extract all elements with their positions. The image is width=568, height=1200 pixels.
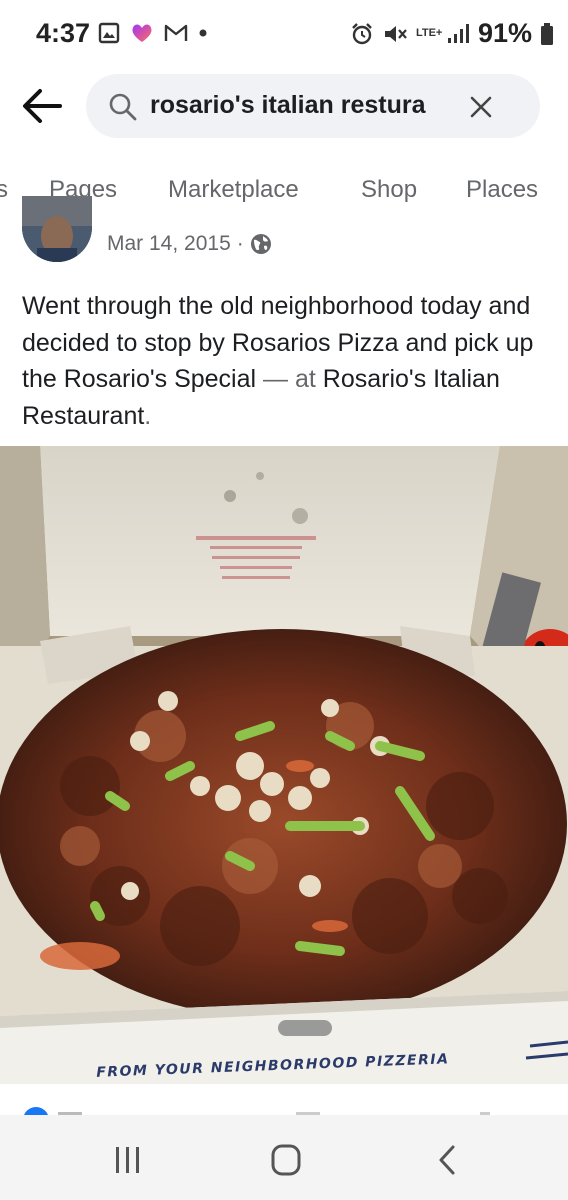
status-time: 4:37 bbox=[36, 18, 91, 48]
lte-icon: LTE+ bbox=[415, 27, 443, 39]
notification-dot bbox=[199, 29, 207, 37]
android-nav-bar bbox=[0, 1115, 568, 1200]
post-text: Went through the old neighborhood today … bbox=[22, 288, 550, 434]
globe-icon bbox=[250, 234, 271, 254]
tab-partial[interactable]: s bbox=[0, 176, 8, 204]
avatar[interactable] bbox=[22, 196, 92, 262]
signal-icon bbox=[447, 23, 469, 43]
tab-shop[interactable]: Shop bbox=[361, 176, 417, 204]
post-date[interactable]: Mar 14, 2015 bbox=[107, 232, 231, 256]
recent-apps-icon bbox=[116, 1147, 139, 1173]
home-icon bbox=[271, 1144, 301, 1176]
home-button[interactable] bbox=[266, 1143, 306, 1177]
arrow-left-icon bbox=[23, 89, 62, 123]
mute-icon bbox=[384, 25, 407, 42]
profile-photo bbox=[22, 196, 92, 262]
post-dash: — bbox=[256, 365, 295, 393]
search-header: rosario's italian restura bbox=[0, 72, 568, 142]
recent-apps-button[interactable] bbox=[108, 1143, 148, 1177]
post-meta: Mar 14, 2015 · bbox=[107, 232, 272, 256]
status-bar: 4:37 LTE+ 91% bbox=[0, 0, 568, 70]
post-period: . bbox=[144, 401, 152, 430]
battery-icon bbox=[541, 22, 553, 45]
search-bar[interactable]: rosario's italian restura bbox=[86, 74, 540, 138]
meta-separator: · bbox=[236, 232, 244, 255]
back-button[interactable] bbox=[20, 86, 64, 126]
post-at: at bbox=[294, 365, 316, 393]
post-photo[interactable]: FROM YOUR NEIGHBORHOOD PIZZERIA bbox=[0, 446, 568, 1084]
gmail-icon bbox=[164, 24, 188, 41]
messenger-icon bbox=[132, 24, 152, 42]
battery-percentage: 91% bbox=[477, 18, 532, 48]
tab-marketplace[interactable]: Marketplace bbox=[168, 176, 299, 204]
alarm-icon bbox=[352, 22, 372, 44]
tab-places[interactable]: Places bbox=[466, 176, 538, 204]
back-chevron-icon bbox=[439, 1145, 455, 1175]
close-icon bbox=[470, 96, 492, 118]
search-icon bbox=[109, 93, 137, 121]
clear-search-button[interactable] bbox=[468, 94, 494, 120]
nav-back-button[interactable] bbox=[428, 1143, 468, 1177]
search-input[interactable]: rosario's italian restura bbox=[150, 91, 450, 120]
status-notification-icons bbox=[98, 22, 208, 44]
gallery-icon bbox=[98, 22, 120, 44]
pizza-photo: FROM YOUR NEIGHBORHOOD PIZZERIA bbox=[0, 446, 568, 1084]
status-system-icons: LTE+ 91% bbox=[350, 18, 554, 49]
